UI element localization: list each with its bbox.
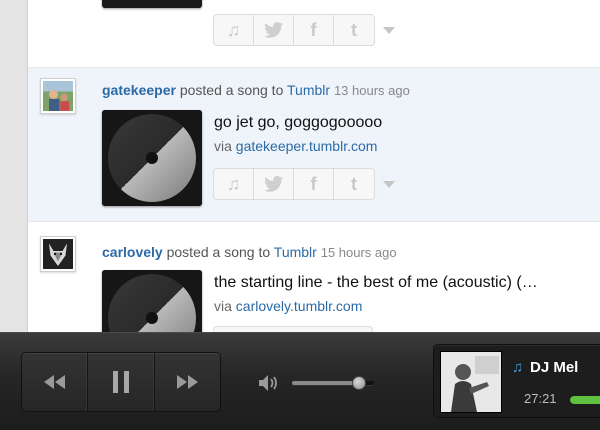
username-link[interactable]: gatekeeper [102,82,176,98]
twitter-bird-icon [263,176,283,192]
tumblr-share-button[interactable]: t [334,15,374,45]
tumblr-t-icon: t [351,19,357,40]
tumblr-share-button[interactable]: t [334,169,374,199]
share-bar: ♫ f t [213,14,395,46]
source-link[interactable]: carlovely.tumblr.com [236,298,363,314]
vinyl-disc-icon [102,270,202,332]
pause-icon [112,371,129,393]
volume-speaker-icon[interactable] [258,374,282,392]
fast-forward-icon [177,375,199,389]
username-link[interactable]: carlovely [102,244,163,260]
music-note-icon: ♫ [226,19,241,40]
source-link[interactable]: gatekeeper.tumblr.com [236,138,378,154]
avatar-photo [43,239,73,269]
previous-track-button[interactable] [22,353,89,411]
pause-button[interactable] [88,353,155,411]
facebook-f-icon: f [310,19,317,40]
album-art[interactable] [102,110,202,206]
now-playing-title: DJ Mel [530,359,579,376]
elapsed-time: 27:21 [524,391,557,406]
activity-feed: ♫ f t gatekeeper posted a song to Tumblr… [28,0,600,332]
track-progress-bar[interactable] [570,396,600,404]
avatar-photo [43,81,73,111]
rewind-icon [43,375,65,389]
facebook-f-icon: f [310,173,317,194]
now-playing-panel[interactable]: ♫ DJ Mel 27:21 [433,344,600,418]
album-art[interactable] [102,0,202,8]
track-progress-fill [570,396,600,404]
transport-controls [21,352,221,412]
song-title[interactable]: go jet go, goggogooooo [214,114,382,132]
song-source: via carlovely.tumblr.com [214,298,362,314]
song-title[interactable]: the starting line - the best of me (acou… [214,274,538,292]
next-track-button[interactable] [155,353,220,411]
post-action: posted a song to [179,82,284,98]
facebook-share-button[interactable]: f [294,15,334,45]
vinyl-disc-icon [102,110,202,206]
song-source: via gatekeeper.tumblr.com [214,138,377,154]
music-note-icon: ♫ [512,359,524,376]
left-gutter [0,0,28,332]
tumblr-t-icon: t [351,173,357,194]
timestamp: 15 hours ago [320,245,397,260]
timestamp: 13 hours ago [333,83,410,98]
feed-item-previous: ♫ f t [28,0,600,68]
avatar[interactable] [40,78,76,114]
music-share-button[interactable]: ♫ [214,169,254,199]
twitter-share-button[interactable] [254,169,294,199]
post-action: posted a song to [166,244,271,260]
avatar[interactable] [40,236,76,272]
post-header: gatekeeper posted a song to Tumblr 13 ho… [102,82,410,98]
share-button-group: ♫ f t [213,14,375,46]
share-bar: ♫ f t [213,168,395,200]
twitter-share-button[interactable] [254,15,294,45]
now-playing-album-art[interactable] [440,351,502,413]
chevron-down-icon[interactable] [383,180,395,188]
share-button-group: ♫ f t [213,168,375,200]
via-label: via [214,298,232,314]
volume-slider-fill [292,381,360,385]
service-link[interactable]: Tumblr [274,244,317,260]
album-art[interactable] [102,270,202,332]
facebook-share-button[interactable]: f [294,169,334,199]
feed-item: gatekeeper posted a song to Tumblr 13 ho… [28,68,600,222]
music-note-icon: ♫ [226,173,241,194]
chevron-down-icon[interactable] [383,26,395,34]
post-header: carlovely posted a song to Tumblr 15 hou… [102,244,397,260]
service-link[interactable]: Tumblr [287,82,330,98]
twitter-bird-icon [263,22,283,38]
feed-item: carlovely posted a song to Tumblr 15 hou… [28,222,600,332]
music-share-button[interactable]: ♫ [214,15,254,45]
album-cover-image [441,352,501,412]
via-label: via [214,138,232,154]
